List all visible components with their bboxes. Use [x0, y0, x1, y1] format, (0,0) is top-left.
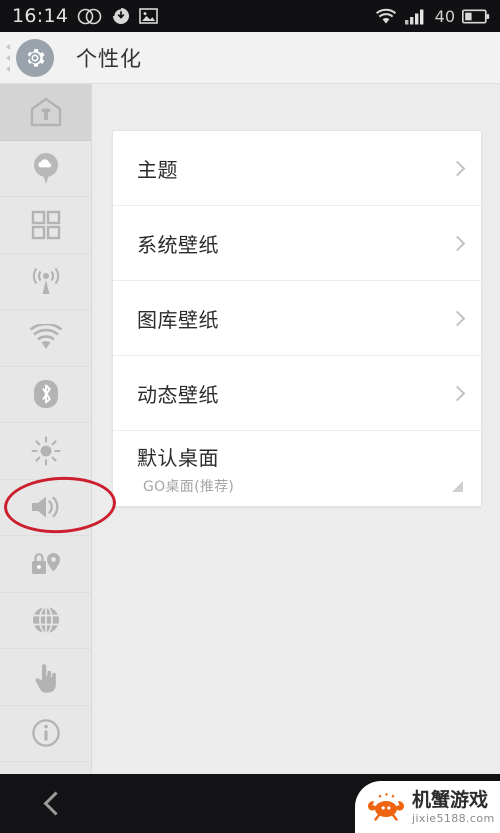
list-item-subtitle: GO桌面(推荐) [143, 478, 235, 495]
content-area: 主题 系统壁纸 图库壁纸 动态壁纸 默认桌面 GO桌面(推荐) [92, 84, 500, 774]
list-item-texts: 主题 [137, 154, 178, 183]
globe-icon [30, 604, 62, 636]
home-shirt-icon [29, 96, 63, 128]
chevron-right-icon [449, 385, 466, 401]
list-item[interactable]: 主题 [113, 131, 481, 206]
sidebar-item-mobile-network[interactable] [0, 254, 91, 310]
sidebar-item-gestures[interactable] [0, 649, 91, 706]
speaker-volume-icon [28, 492, 64, 522]
list-item[interactable]: 默认桌面 GO桌面(推荐) [113, 431, 481, 506]
watermark-text: 机蟹游戏 jixie5188.com [412, 788, 495, 825]
app-header: 个性化 [0, 32, 500, 84]
list-item-title: 系统壁纸 [137, 232, 219, 257]
page-title: 个性化 [76, 46, 142, 71]
wifi-icon [375, 8, 397, 25]
status-bar-right: 40 [375, 7, 490, 26]
settings-list: 主题 系统壁纸 图库壁纸 动态壁纸 默认桌面 GO桌面(推荐) [112, 130, 482, 507]
list-item[interactable]: 图库壁纸 [113, 281, 481, 356]
sidebar-item-language[interactable] [0, 593, 91, 649]
list-item[interactable]: 动态壁纸 [113, 356, 481, 431]
dual-sim-icon [77, 8, 103, 25]
crab-eyes-icon [453, 781, 472, 791]
watermark: 机蟹游戏 jixie5188.com [355, 781, 500, 833]
list-item-title: 主题 [137, 157, 178, 182]
crab-logo-icon [363, 788, 409, 826]
sidebar-item-security-location[interactable] [0, 536, 91, 593]
sidebar-item-personalization[interactable] [0, 84, 91, 141]
sidebar-item-display[interactable] [0, 423, 91, 480]
list-item-texts: 动态壁纸 [137, 379, 219, 408]
sync-download-icon [112, 7, 130, 25]
battery-icon [462, 8, 490, 24]
grid-apps-icon [31, 210, 61, 240]
cloud-pin-icon [31, 151, 61, 185]
list-item-texts: 默认桌面 GO桌面(推荐) [137, 442, 234, 496]
screenshot-image-icon [139, 8, 159, 24]
sidebar [0, 84, 92, 774]
sidebar-item-about[interactable] [0, 706, 91, 762]
cell-signal-icon [404, 8, 428, 25]
watermark-url: jixie5188.com [412, 811, 495, 825]
chevron-right-icon [449, 160, 466, 176]
info-icon [30, 717, 62, 749]
status-bar-left: 16:14 [12, 5, 159, 27]
sidebar-item-sound[interactable] [0, 480, 91, 536]
cell-tower-icon [29, 265, 63, 297]
list-item-title: 默认桌面 [137, 445, 219, 470]
chevron-right-icon [449, 235, 466, 251]
gear-icon[interactable] [16, 38, 54, 77]
lock-location-icon [29, 548, 63, 580]
list-item-title: 动态壁纸 [137, 382, 219, 407]
list-item-texts: 系统壁纸 [137, 229, 219, 258]
back-chevron-icon[interactable] [0, 774, 110, 833]
sidebar-item-wifi[interactable] [0, 310, 91, 367]
bluetooth-icon [32, 378, 60, 410]
brightness-sun-icon [30, 435, 62, 467]
corner-marker-icon [452, 481, 463, 492]
list-item[interactable]: 系统壁纸 [113, 206, 481, 281]
sidebar-item-bluetooth[interactable] [0, 367, 91, 423]
list-item-texts: 图库壁纸 [137, 304, 219, 333]
sidebar-item-cloud[interactable] [0, 141, 91, 197]
chevron-right-icon [449, 310, 466, 326]
drag-handle-icon[interactable] [0, 32, 16, 84]
list-item-title: 图库壁纸 [137, 307, 219, 332]
wifi-icon [29, 323, 63, 352]
hand-touch-icon [31, 660, 61, 694]
watermark-name: 机蟹游戏 [412, 788, 489, 811]
battery-percent: 40 [434, 6, 455, 26]
status-bar: 16:14 40 [0, 0, 500, 32]
sidebar-item-apps[interactable] [0, 197, 91, 254]
status-clock: 16:14 [12, 5, 69, 27]
